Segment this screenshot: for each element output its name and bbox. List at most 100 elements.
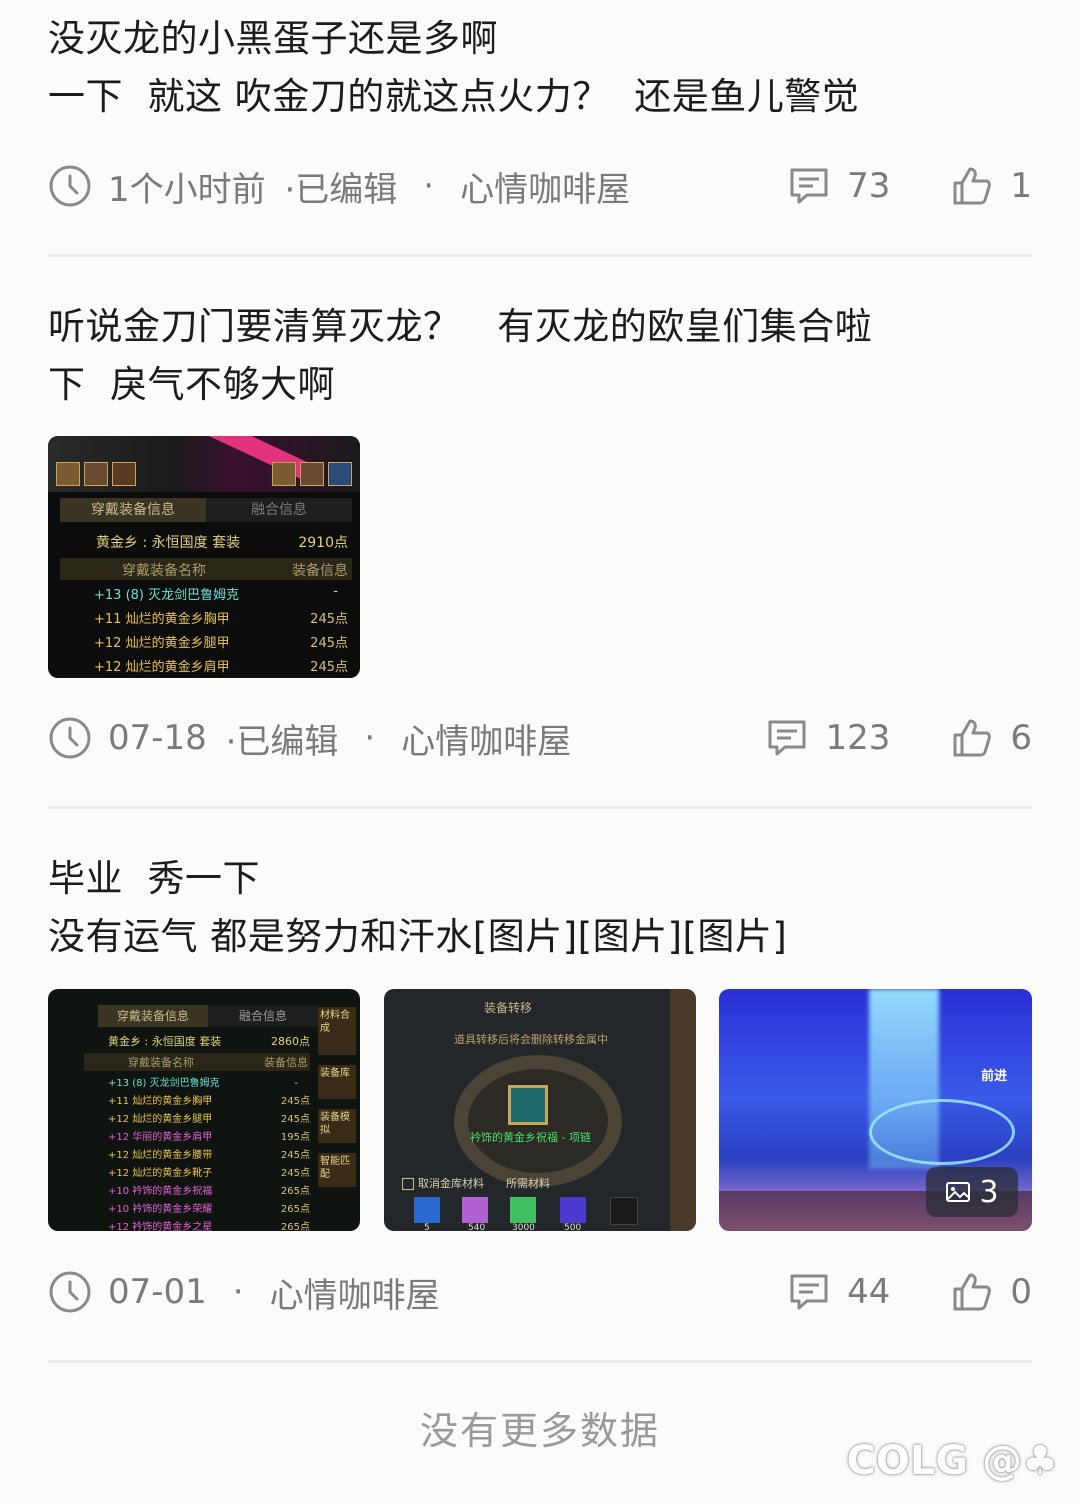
divider [48,806,1032,809]
clock-icon [49,717,91,759]
transfer-desc: 道具转移后将会删除转移金属中 [454,1033,608,1046]
equip-name: +11 灿烂的黄金乡胸甲 [108,1096,213,1107]
comment-count-value: 123 [825,718,891,758]
item-slot [508,1085,548,1125]
equip-points: 245点 [280,1096,310,1107]
post-2[interactable]: 听说金刀门要清算灭龙？ 有灭龙的欧皇们集合啦 下 戾气不够大啊 [48,298,1032,414]
post-image-thumbnail[interactable]: 穿戴装备信息 融合信息 黄金乡 : 永恒国度 套装 2910点 穿戴装备名称 装… [48,436,360,678]
column-header: 装备信息 [292,563,348,579]
like-button[interactable]: 1 [950,164,1032,208]
side-button: 材料合成 [318,1007,356,1055]
column-headers: 穿戴装备名称 装备信息 [84,1053,310,1071]
set-points: 2860点 [271,1035,310,1048]
post-image-thumbnail[interactable]: 前进 3 [719,989,1032,1231]
separator-dot: · [364,718,376,758]
divider [48,254,1032,257]
board-name[interactable]: 心情咖啡屋 [460,162,630,211]
divider [48,1360,1032,1363]
post-1[interactable]: 没灭龙的小黑蛋子还是多啊 一下 就这 吹金刀的就这点火力？ 还是鱼儿警觉 [48,10,1032,126]
equip-points: - [333,584,338,599]
like-button[interactable]: 0 [950,1270,1032,1314]
equip-points: 265点 [280,1204,310,1215]
material-slot [560,1197,586,1223]
edited-label: ·已编辑 [214,721,339,762]
post-time: 07-01 [108,1272,207,1312]
equip-name: +12 灿烂的黄金乡靴子 [108,1168,213,1179]
equip-points: 245点 [280,1114,310,1125]
post-image-thumbnail[interactable]: 装备转移 道具转移后将会删除转移金属中 衿饰的黄金乡祝福 - 项链 取消金库材料… [384,989,696,1231]
clock-icon [49,165,91,207]
post-meta: 1个小时前 ·已编辑 · 心情咖啡屋 73 1 [48,156,1032,216]
separator-dot: · [232,1272,244,1312]
material-count: 540 [468,1223,486,1231]
more-images-badge[interactable]: 3 [926,1167,1018,1217]
thumbs-up-icon [953,167,992,205]
equip-row: +11 灿烂的黄金乡胸甲 245点 [84,1093,310,1111]
comment-count[interactable]: 123 [765,716,890,760]
clock-icon [49,1271,91,1313]
set-points: 2910点 [298,535,348,551]
thumbs-up-icon [953,1273,992,1311]
equip-row: +10 衿饰的黄金乡祝福 265点 [84,1183,310,1201]
thumbs-up-icon [953,719,992,757]
comment-count-value: 73 [847,166,891,206]
checkbox-label: 取消金库材料 [418,1177,484,1190]
comment-icon [768,720,806,756]
comment-count[interactable]: 44 [787,1270,890,1314]
set-name: 黄金乡 : 永恒国度 套装 [96,535,241,551]
side-button-column: 材料合成 装备库 装备模拟 智能匹配 [318,1007,356,1187]
material-count: 5 [424,1223,430,1231]
equip-row: +13 (8) 灭龙剑巴鲁姆克 - [60,584,352,606]
equip-row: +12 灿烂的黄金乡腰带 245点 [84,1147,310,1165]
tab-equipment: 穿戴装备信息 [60,498,206,522]
post-3[interactable]: 毕业 秀一下 没有运气 都是努力和汗水[图片][图片][图片] [48,850,1032,966]
equip-name: +13 (8) 灭龙剑巴鲁姆克 [108,1078,220,1089]
column-headers: 穿戴装备名称 装备信息 [60,558,352,580]
set-name: 黄金乡 : 永恒国度 套装 [108,1035,222,1048]
equip-row: +12 灿烂的黄金乡靴子 245点 [84,1165,310,1183]
like-button[interactable]: 6 [950,716,1032,760]
panel-tabs: 穿戴装备信息 融合信息 [60,498,352,522]
checkbox-row: 取消金库材料 [402,1175,484,1191]
equip-points: 265点 [280,1186,310,1197]
equip-name: +12 灿烂的黄金乡肩甲 [94,660,230,675]
separator-dot: · [423,166,435,206]
side-button: 装备库 [318,1065,356,1099]
post-title-line: 下 戾气不够大啊 [48,363,336,406]
board-name[interactable]: 心情咖啡屋 [401,714,571,763]
comment-count-value: 44 [847,1272,891,1312]
equip-points: - [294,1078,298,1089]
equipment-slot-icons [56,462,352,488]
equip-name: +11 灿烂的黄金乡胸甲 [94,612,230,627]
equip-name: +12 灿烂的黄金乡腰带 [108,1150,213,1161]
equip-points: 245点 [310,612,348,627]
equip-row: +11 灿烂的黄金乡胸甲 245点 [60,608,352,630]
equip-name: +12 华丽的黄金乡肩甲 [108,1132,213,1143]
equip-list: +13 (8) 灭龙剑巴鲁姆克 - +11 灿烂的黄金乡胸甲 245点 +12 灿烂… [84,1075,310,1231]
colg-watermark: COLG @♣ [846,1438,1058,1484]
column-header: 穿戴装备名称 [122,563,206,579]
comment-icon [790,1274,828,1310]
image-icon [946,1182,971,1202]
equip-name: +10 衿饰的黄金乡祝福 [108,1186,213,1197]
side-button: 智能匹配 [318,1153,356,1187]
post-title-line: 一下 就这 吹金刀的就这点火力？ 还是鱼儿警觉 [48,75,860,118]
column-header: 穿戴装备名称 [128,1056,194,1069]
equip-row: +12 灿烂的黄金乡腿甲 245点 [84,1111,310,1129]
set-row: 黄金乡 : 永恒国度 套装 2910点 [60,532,352,554]
equip-points: 245点 [280,1168,310,1179]
equip-points: 245点 [310,636,348,651]
comment-count[interactable]: 73 [787,164,890,208]
equip-points: 195点 [280,1132,310,1143]
post-meta: 07-18 ·已编辑 · 心情咖啡屋 123 6 [48,708,1032,768]
equip-row: +10 衿饰的黄金乡荣耀 265点 [84,1201,310,1219]
post-time: 1个小时前 [108,169,266,210]
post-image-thumbnail[interactable]: 穿戴装备信息 融合信息 黄金乡 : 永恒国度 套装 2860点 穿戴装备名称 装… [48,989,360,1231]
window-title: 装备转移 [484,1001,533,1015]
tab-fusion: 融合信息 [206,498,352,522]
board-name[interactable]: 心情咖啡屋 [270,1268,440,1317]
equip-name: +12 灿烂的黄金乡腿甲 [108,1114,213,1125]
column-header: 装备信息 [264,1056,308,1069]
like-count-value: 6 [1010,718,1032,758]
set-row: 黄金乡 : 永恒国度 套装 2860点 [84,1033,310,1051]
